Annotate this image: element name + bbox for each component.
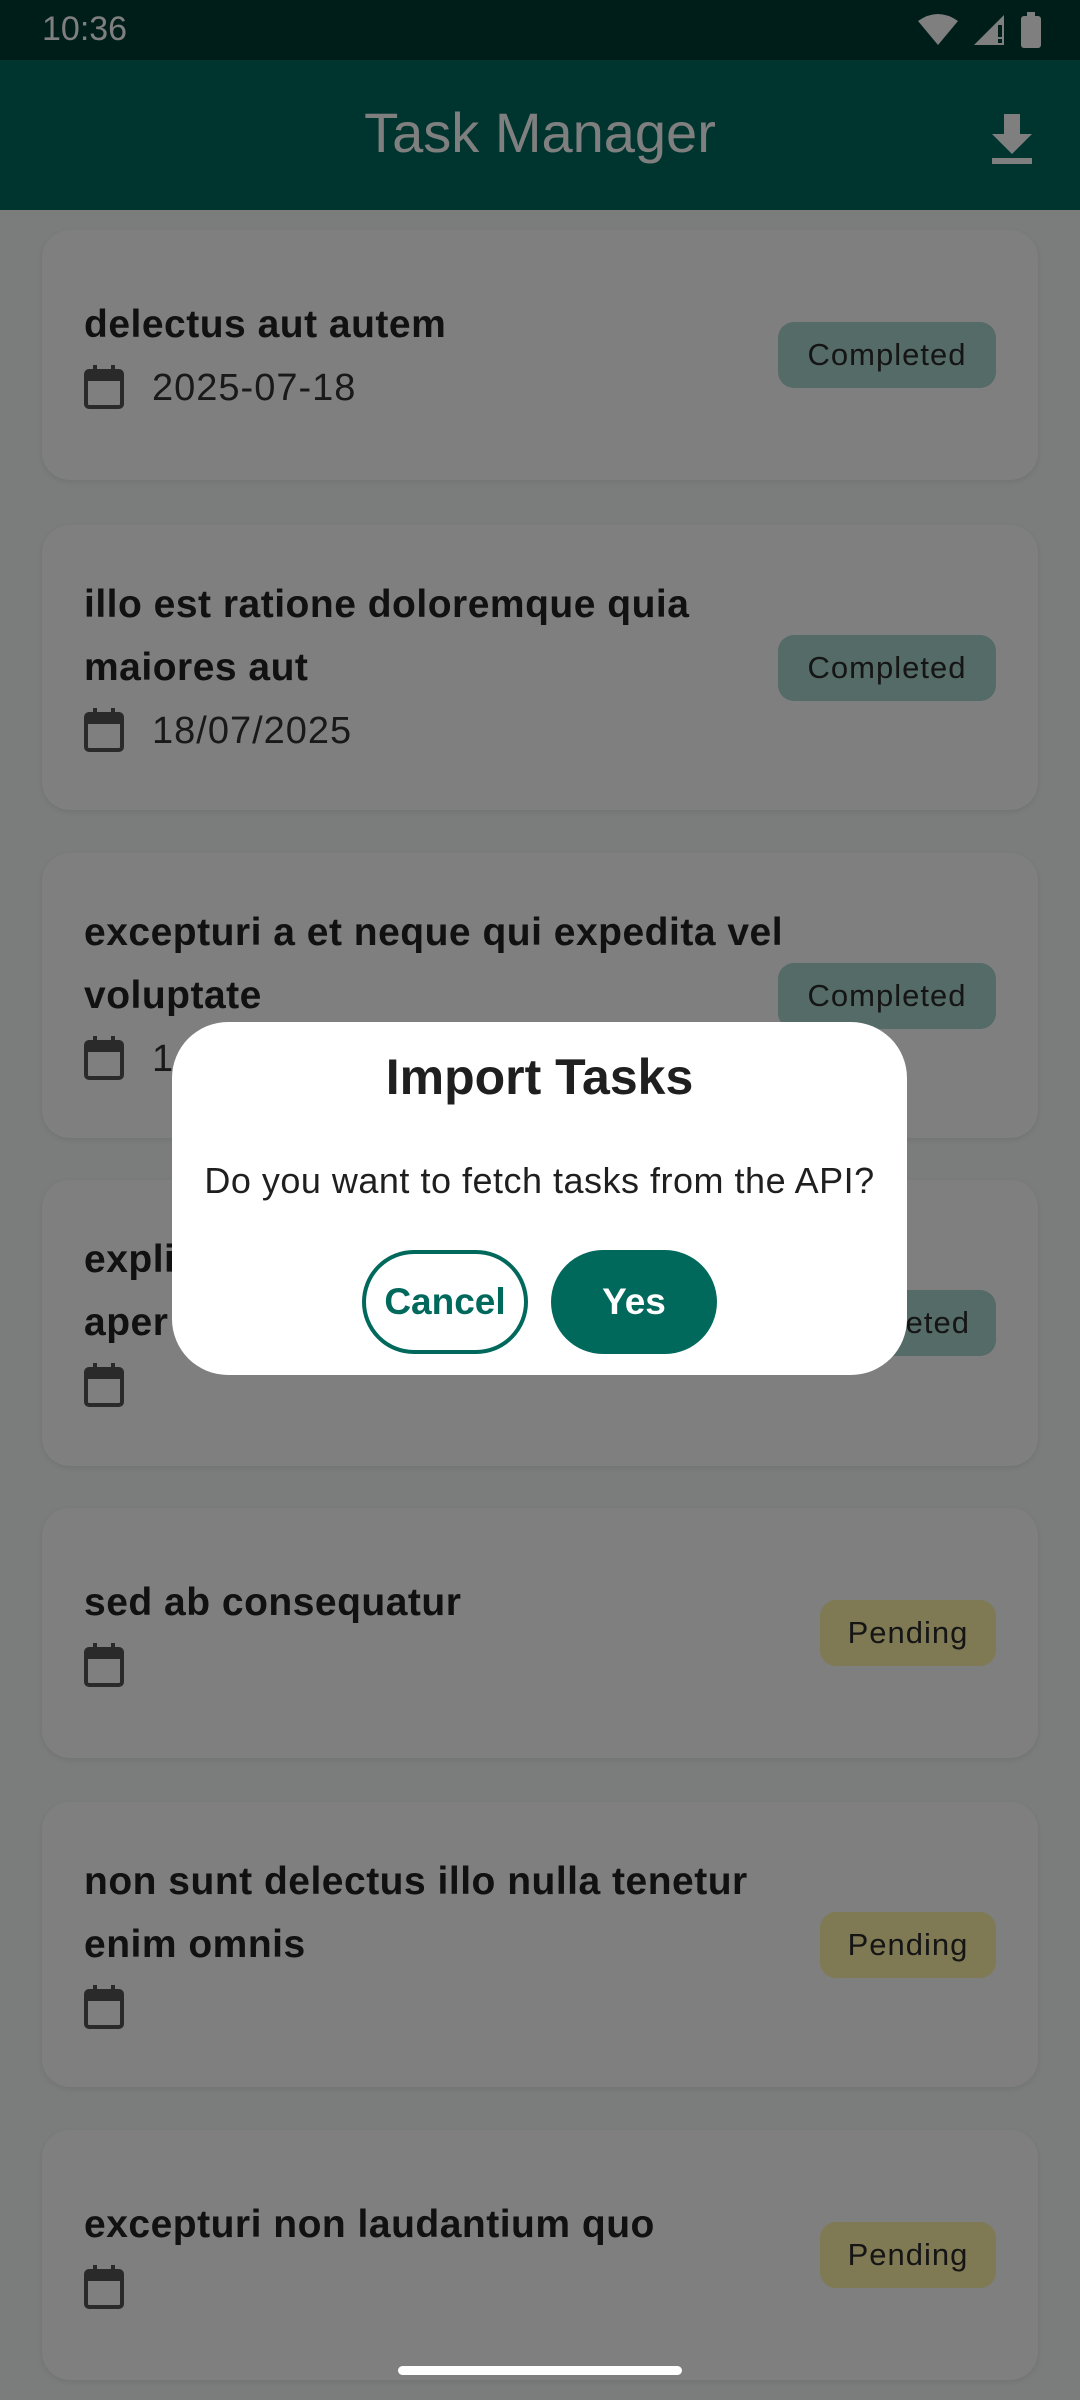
- import-dialog: Import Tasks Do you want to fetch tasks …: [172, 1022, 907, 1375]
- dialog-message: Do you want to fetch tasks from the API?: [204, 1160, 875, 1201]
- dialog-title: Import Tasks: [385, 1049, 694, 1105]
- yes-button[interactable]: Yes: [551, 1250, 717, 1354]
- cancel-button[interactable]: Cancel: [362, 1250, 528, 1354]
- home-indicator[interactable]: [398, 2366, 682, 2375]
